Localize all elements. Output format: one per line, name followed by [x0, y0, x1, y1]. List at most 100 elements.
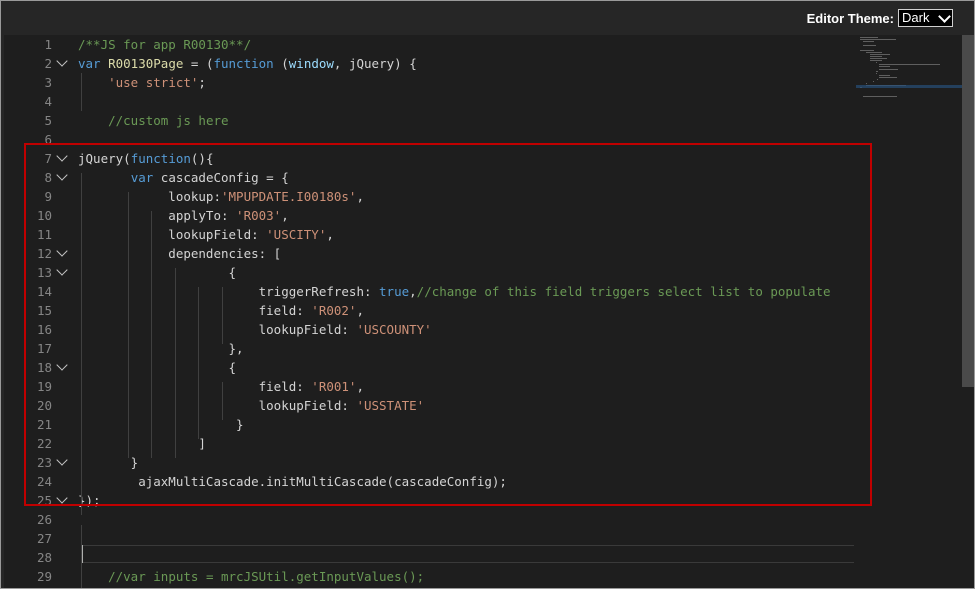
code-text: lookupField: 'USCITY', — [78, 225, 334, 244]
line-number: 15 — [36, 303, 52, 318]
code-editor[interactable]: 1 /**JS for app R00130**/ 2 var R00130Page … — [4, 35, 974, 588]
code-token: lookupField: — [78, 398, 357, 413]
line-number: 9 — [44, 189, 52, 204]
line-number: 19 — [36, 379, 52, 394]
code-token: jQuery — [78, 151, 124, 166]
code-text: ajaxMultiCascade.initMultiCascade(cascad… — [78, 472, 507, 491]
line-number: 7 — [44, 151, 52, 166]
code-token: , — [409, 284, 417, 299]
line-number: 23 — [36, 455, 52, 470]
code-text: lookup:'MPUPDATE.I00180s', — [78, 187, 364, 206]
code-line[interactable]: 14 triggerRefresh: true,//change of this… — [4, 282, 854, 301]
line-number: 6 — [44, 132, 52, 147]
code-line[interactable]: 4 — [4, 92, 854, 111]
code-line[interactable]: 6 — [4, 130, 854, 149]
minimap-line — [879, 66, 891, 68]
minimap[interactable] — [856, 35, 964, 588]
code-line[interactable]: 8 var cascadeConfig = { — [4, 168, 854, 187]
scrollbar-thumb[interactable] — [962, 35, 974, 387]
code-token: 'MPUPDATE.I00180s' — [221, 189, 357, 204]
code-token: lookup: — [78, 189, 221, 204]
fold-chevron-icon[interactable] — [56, 55, 68, 67]
code-line[interactable]: 11 lookupField: 'USCITY', — [4, 225, 854, 244]
code-text: } — [78, 415, 244, 434]
code-text: 'use strict'; — [78, 73, 206, 92]
code-line[interactable]: 3 'use strict'; — [4, 73, 854, 92]
editor-theme-select[interactable]: Dark — [898, 9, 953, 27]
code-line[interactable]: 18 { — [4, 358, 854, 377]
code-line[interactable]: 15 field: 'R002', — [4, 301, 854, 320]
fold-chevron-icon[interactable] — [56, 492, 68, 504]
minimap-line — [869, 58, 888, 59]
code-line[interactable]: 12 dependencies: [ — [4, 244, 854, 263]
minimap-line — [876, 79, 878, 80]
code-line[interactable]: 5 //custom js here — [4, 111, 854, 130]
code-token: function — [130, 151, 191, 166]
code-text: applyTo: 'R003', — [78, 206, 288, 225]
code-text: dependencies: [ — [78, 244, 281, 263]
line-number: 13 — [36, 265, 52, 280]
code-token: ; — [198, 75, 206, 90]
line-number: 1 — [44, 37, 52, 52]
code-line[interactable]: 19 field: 'R001', — [4, 377, 854, 396]
code-token: window — [288, 56, 334, 71]
fold-chevron-icon[interactable] — [56, 245, 68, 257]
minimap-line — [879, 64, 940, 66]
line-number: 18 — [36, 360, 52, 375]
indent-guide — [222, 382, 223, 420]
current-line-highlight — [82, 545, 854, 563]
fold-chevron-icon[interactable] — [56, 169, 68, 181]
line-number: 28 — [36, 550, 52, 565]
code-token: { — [78, 360, 237, 375]
code-token: ] — [78, 436, 206, 451]
code-token: cascadeConfig = { — [160, 170, 289, 185]
minimap-line — [860, 37, 879, 38]
code-line[interactable]: 9 lookup:'MPUPDATE.I00180s', — [4, 187, 854, 206]
code-token: 'R001' — [311, 379, 357, 394]
code-line[interactable]: 16 lookupField: 'USCOUNTY' — [4, 320, 854, 339]
line-number: 3 — [44, 75, 52, 90]
code-token: //var inputs = mrcJSUtil.getInputValues(… — [108, 569, 425, 584]
code-token: /**JS for app R00130**/ — [78, 37, 252, 52]
code-line[interactable]: 1 /**JS for app R00130**/ — [4, 35, 854, 54]
code-line[interactable]: 17 }, — [4, 339, 854, 358]
code-token: ( — [273, 56, 289, 71]
fold-chevron-icon[interactable] — [56, 359, 68, 371]
code-token: field: — [78, 303, 312, 318]
code-token: , — [326, 227, 334, 242]
code-text: { — [78, 358, 237, 377]
code-line[interactable]: 2 var R00130Page = (function (window, jQu… — [4, 54, 854, 73]
editor-theme-value: Dark — [902, 10, 930, 25]
minimap-line — [860, 49, 875, 51]
code-line[interactable]: 7 jQuery(function(){ — [4, 149, 854, 168]
fold-chevron-icon[interactable] — [56, 150, 68, 162]
code-token: , — [356, 379, 364, 394]
code-token: 'USCITY' — [266, 227, 327, 242]
code-text: var cascadeConfig = { — [78, 168, 289, 187]
line-number: 16 — [36, 322, 52, 337]
minimap-line — [869, 55, 883, 57]
code-line[interactable]: 23 } — [4, 453, 854, 472]
code-line[interactable]: 20 lookupField: 'USSTATE' — [4, 396, 854, 415]
line-number: 11 — [36, 227, 52, 242]
code-line[interactable]: 29 //var inputs = mrcJSUtil.getInputValu… — [4, 567, 854, 586]
minimap-line — [872, 81, 874, 83]
code-line[interactable]: 22 ] — [4, 434, 854, 453]
code-token: applyTo: — [78, 208, 237, 223]
code-line[interactable]: 26 — [4, 510, 854, 529]
code-text: } — [78, 453, 139, 472]
line-number: 14 — [36, 284, 52, 299]
minimap-line — [876, 62, 877, 64]
indent-guide — [128, 192, 129, 458]
code-line[interactable]: 24 ajaxMultiCascade.initMultiCascade(cas… — [4, 472, 854, 491]
code-line[interactable]: 21 } — [4, 415, 854, 434]
fold-chevron-icon[interactable] — [56, 264, 68, 276]
line-number: 10 — [36, 208, 52, 223]
indent-guide — [81, 173, 82, 515]
code-token: , — [333, 56, 349, 71]
fold-chevron-icon[interactable] — [56, 454, 68, 466]
code-line[interactable]: 10 applyTo: 'R003', — [4, 206, 854, 225]
code-line[interactable]: 25}); — [4, 491, 854, 510]
code-line[interactable]: 13 { — [4, 263, 854, 282]
